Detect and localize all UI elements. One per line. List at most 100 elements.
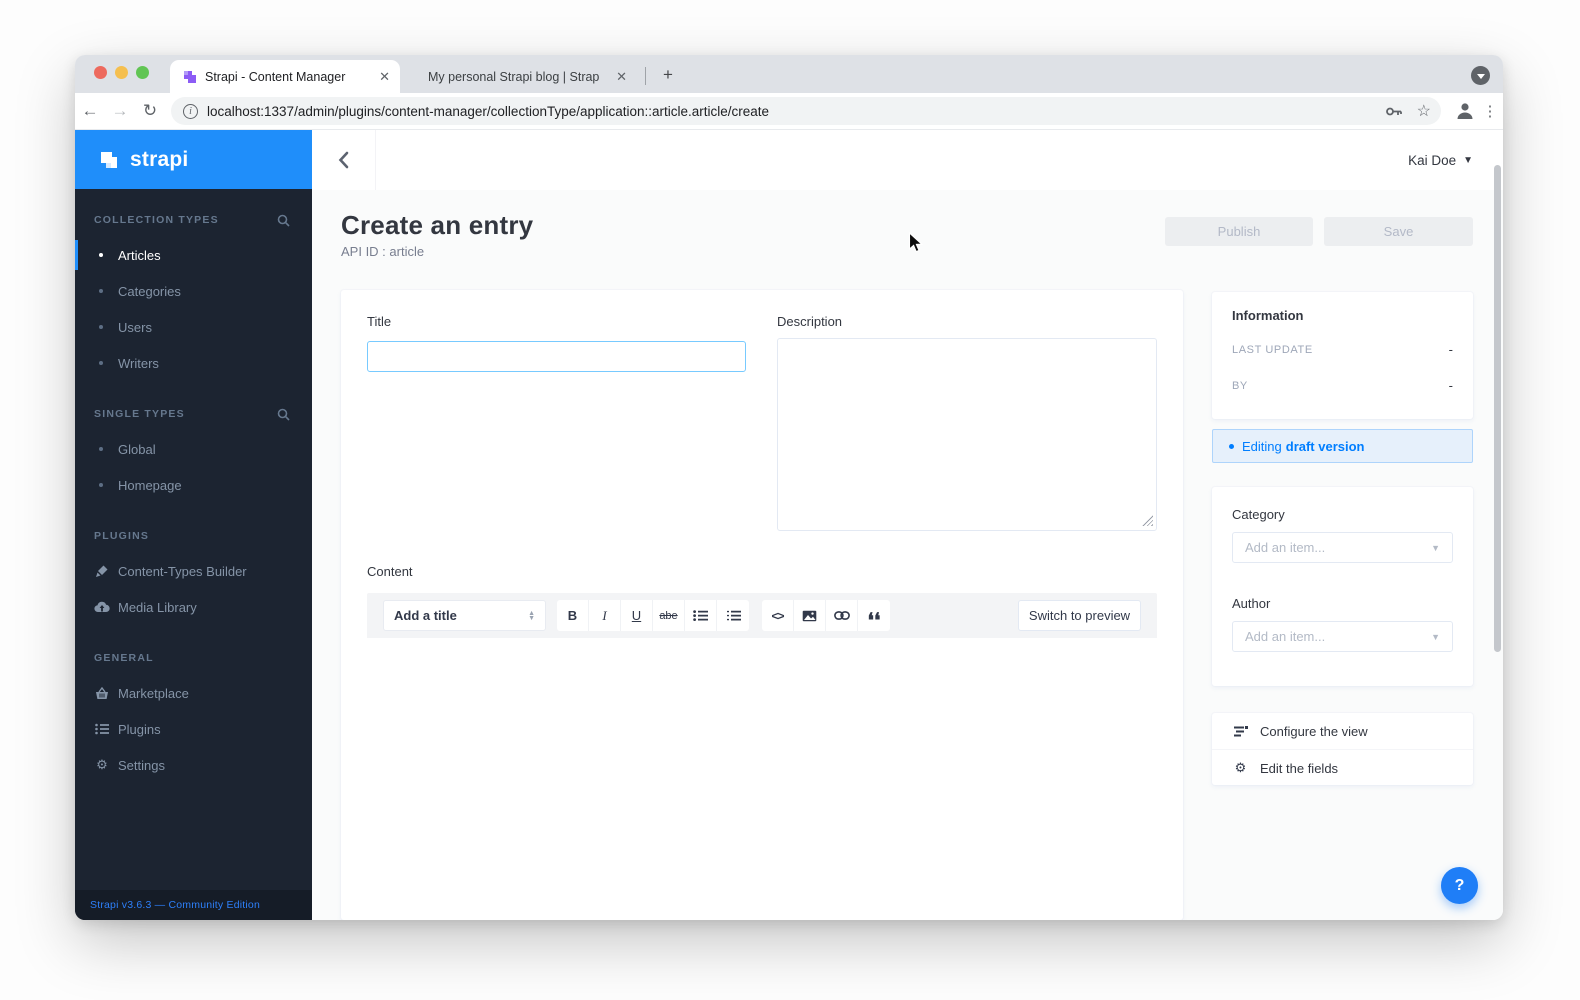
- category-select[interactable]: Add an item... ▼: [1232, 532, 1453, 563]
- mouse-cursor: [908, 232, 924, 254]
- section-general: GENERAL: [75, 651, 312, 665]
- content-editor: Add a title ▲ ▼ B I U abe <> ❛❛ Switch t…: [367, 593, 1157, 920]
- sidebar-item-categories[interactable]: Categories: [75, 273, 312, 309]
- sidebar-item-users[interactable]: Users: [75, 309, 312, 345]
- last-update-row: LAST UPDATE -: [1232, 342, 1453, 357]
- sidebar-item-marketplace[interactable]: Marketplace: [75, 675, 312, 711]
- draft-text-bold: draft version: [1285, 438, 1365, 454]
- editor-body[interactable]: [367, 638, 1157, 920]
- text-format-group: B I U abe: [557, 600, 749, 631]
- profile-avatar-icon[interactable]: [1453, 99, 1477, 123]
- strapi-logo[interactable]: strapi: [75, 130, 312, 189]
- sidebar-item-label: Users: [118, 319, 152, 335]
- site-info-icon[interactable]: i: [183, 103, 198, 119]
- draft-version-banner: Editing draft version: [1212, 429, 1473, 463]
- configure-view-link[interactable]: Configure the view: [1212, 713, 1473, 749]
- chevron-down-icon: ▼: [1431, 631, 1440, 642]
- sidebar-item-label: Writers: [118, 355, 159, 371]
- image-button[interactable]: [794, 600, 826, 631]
- scrollbar-thumb[interactable]: [1494, 165, 1501, 652]
- by-value: -: [1448, 378, 1453, 393]
- bullet-list-button[interactable]: [685, 600, 717, 631]
- draft-dot-icon: [1229, 443, 1234, 449]
- author-placeholder: Add an item...: [1245, 629, 1326, 644]
- zoom-window-button[interactable]: [136, 66, 149, 79]
- back-icon[interactable]: ←: [75, 101, 105, 121]
- underline-button[interactable]: U: [621, 600, 653, 631]
- title-label: Title: [367, 314, 392, 329]
- italic-button[interactable]: I: [589, 600, 621, 631]
- sidebar-item-writers[interactable]: Writers: [75, 345, 312, 381]
- close-window-button[interactable]: [94, 66, 107, 79]
- url-text[interactable]: localhost:1337/admin/plugins/content-man…: [207, 104, 1378, 119]
- tab-close-icon[interactable]: ✕: [379, 69, 390, 85]
- sidebar-item-homepage[interactable]: Homepage: [75, 467, 312, 503]
- address-bar[interactable]: i localhost:1337/admin/plugins/content-m…: [171, 97, 1441, 125]
- sidebar-item-content-types-builder[interactable]: Content-Types Builder: [75, 553, 312, 589]
- minimize-window-button[interactable]: [115, 66, 128, 79]
- section-heading: COLLECTION TYPES: [94, 214, 219, 226]
- tab-strapi-content-manager[interactable]: Strapi - Content Manager ✕: [170, 60, 400, 93]
- basket-icon: [94, 686, 110, 700]
- author-select[interactable]: Add an item... ▼: [1232, 621, 1453, 652]
- sidebar-nav: COLLECTION TYPES Articles Categories Use…: [75, 189, 312, 890]
- code-button[interactable]: <>: [762, 600, 794, 631]
- draft-text: Editing: [1242, 438, 1282, 454]
- description-label: Description: [777, 314, 843, 329]
- strapi-logo-text: strapi: [130, 147, 189, 171]
- reload-icon[interactable]: ↻: [135, 101, 165, 121]
- sidebar-item-settings[interactable]: ⚙ Settings: [75, 747, 312, 783]
- bold-button[interactable]: B: [557, 600, 589, 631]
- back-button[interactable]: [312, 130, 376, 190]
- insert-group: <> ❛❛: [762, 600, 890, 631]
- version-footer[interactable]: Strapi v3.6.3 — Community Edition: [75, 890, 312, 920]
- sidebar-item-plugins[interactable]: Plugins: [75, 711, 312, 747]
- publish-button[interactable]: Publish: [1165, 217, 1313, 246]
- sidebar-item-global[interactable]: Global: [75, 431, 312, 467]
- section-single-types: SINGLE TYPES: [75, 407, 312, 421]
- link-button[interactable]: [826, 600, 858, 631]
- category-label: Category: [1232, 507, 1285, 522]
- switch-to-preview-button[interactable]: Switch to preview: [1018, 600, 1141, 631]
- sidebar-item-label: Homepage: [118, 477, 182, 493]
- page-subtitle: API ID : article: [341, 244, 425, 259]
- window-controls: [94, 66, 149, 79]
- browser-window: Strapi - Content Manager ✕ My personal S…: [75, 55, 1503, 920]
- user-menu[interactable]: Kai Doe ▼: [1408, 130, 1473, 190]
- search-icon[interactable]: [277, 214, 290, 227]
- ordered-list-button[interactable]: [717, 600, 749, 631]
- heading-select[interactable]: Add a title ▲ ▼: [383, 600, 546, 631]
- sidebar-item-articles[interactable]: Articles: [75, 237, 312, 273]
- chevron-down-icon: ▼: [1463, 154, 1473, 166]
- title-input[interactable]: [367, 341, 746, 372]
- search-icon[interactable]: [277, 408, 290, 421]
- tab-search-caret-icon[interactable]: [1471, 66, 1490, 85]
- sidebar-item-label: Articles: [118, 247, 161, 263]
- bullet-icon: [99, 361, 103, 365]
- strapi-favicon: [183, 70, 197, 84]
- user-name: Kai Doe: [1408, 152, 1457, 168]
- browser-menu-icon[interactable]: ⋮: [1477, 102, 1503, 120]
- edit-fields-link[interactable]: ⚙ Edit the fields: [1212, 750, 1473, 786]
- blockquote-button[interactable]: ❛❛: [858, 600, 890, 631]
- information-title: Information: [1232, 308, 1304, 323]
- strikethrough-button[interactable]: abe: [653, 600, 685, 631]
- tab-close-icon[interactable]: ✕: [616, 69, 627, 85]
- by-label: BY: [1232, 379, 1248, 392]
- tab-strapi-blog[interactable]: My personal Strapi blog | Strap ✕: [407, 60, 637, 93]
- bookmark-star-icon[interactable]: ☆: [1417, 101, 1431, 121]
- description-textarea[interactable]: [777, 338, 1157, 531]
- chevron-down-icon: ▼: [1431, 542, 1440, 553]
- save-button[interactable]: Save: [1324, 217, 1473, 246]
- help-button[interactable]: ?: [1441, 867, 1478, 904]
- new-tab-button[interactable]: +: [655, 62, 681, 88]
- editor-toolbar: Add a title ▲ ▼ B I U abe <> ❛❛ Switch t…: [367, 593, 1157, 638]
- forward-icon[interactable]: →: [105, 101, 135, 121]
- sidebar-item-media-library[interactable]: Media Library: [75, 589, 312, 625]
- author-label: Author: [1232, 596, 1271, 611]
- brush-icon: [94, 564, 110, 578]
- password-key-icon[interactable]: [1385, 106, 1403, 117]
- bullet-icon: [99, 483, 103, 487]
- bullet-icon: [99, 289, 103, 293]
- bullet-icon: [99, 447, 103, 451]
